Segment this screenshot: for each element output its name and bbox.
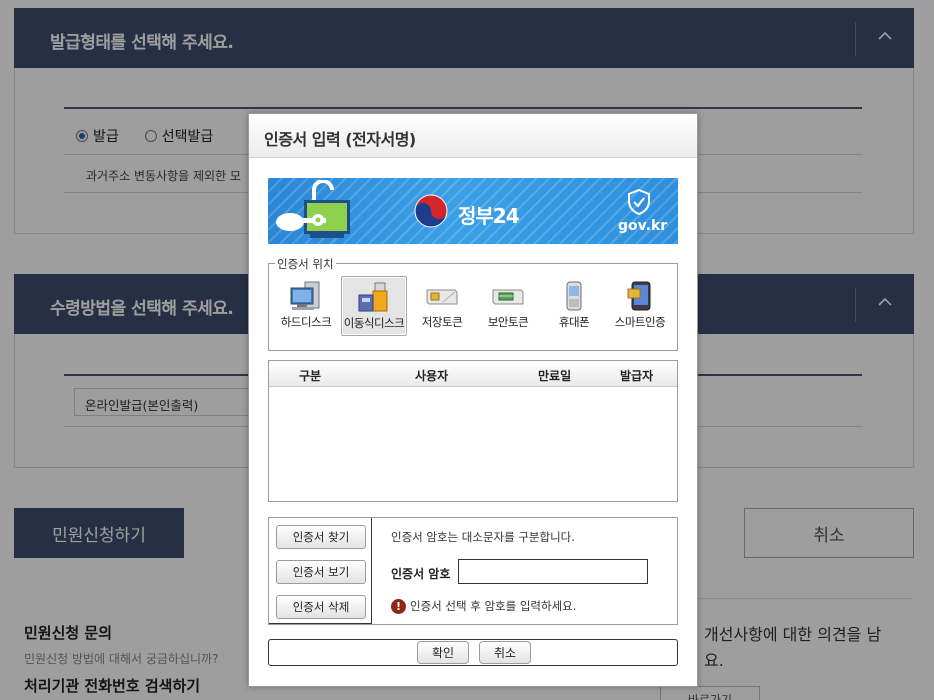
- find-certificate-button[interactable]: 인증서 찾기: [276, 525, 366, 549]
- usb-drive-icon: [358, 282, 388, 312]
- storage-label: 휴대폰: [558, 315, 590, 329]
- column-header-issuer[interactable]: 발급자: [620, 367, 653, 384]
- dialog-footer: 확인 취소: [268, 639, 678, 666]
- password-input[interactable]: [458, 559, 648, 584]
- delete-certificate-button[interactable]: 인증서 삭제: [276, 595, 366, 619]
- storage-save-token[interactable]: 저장토큰: [409, 276, 475, 336]
- storage-label: 이동식디스크: [343, 316, 405, 330]
- storage-label: 하드디스크: [280, 315, 332, 329]
- certificate-list[interactable]: 구분 사용자 만료일 발급자: [268, 360, 678, 502]
- password-label: 인증서 암호: [391, 567, 451, 581]
- shield-check-icon: [628, 188, 650, 216]
- storage-label: 보안토큰: [487, 315, 529, 329]
- smart-cert-icon: [627, 281, 651, 311]
- location-legend: 인증서 위치: [275, 256, 336, 272]
- warning-icon: !: [391, 598, 406, 614]
- gov24-banner: 정부24 gov.kr: [268, 178, 678, 244]
- dialog-cancel-button[interactable]: 취소: [479, 641, 531, 664]
- taegeuk-logo-icon: [414, 194, 448, 228]
- certificate-dialog: 인증서 입력 (전자서명) 정부24 gov.kr 인증서 위치 하드디스크 이…: [248, 113, 698, 687]
- storage-token-icon: [426, 289, 458, 305]
- storage-smart-cert[interactable]: 스마트인증: [607, 276, 673, 336]
- column-header-user[interactable]: 사용자: [415, 367, 448, 384]
- storage-label: 저장토큰: [421, 315, 463, 329]
- banner-domain: gov.kr: [618, 218, 668, 234]
- confirm-button[interactable]: 확인: [417, 641, 469, 664]
- hard-disk-icon: [290, 281, 320, 310]
- storage-hard-disk[interactable]: 하드디스크: [273, 276, 339, 336]
- certificate-action-area: 인증서 찾기 인증서 보기 인증서 삭제 인증서 암호는 대소문자를 구분합니다…: [268, 517, 678, 625]
- banner-brand: 정부24: [458, 204, 520, 228]
- certificate-button-group: 인증서 찾기 인증서 보기 인증서 삭제: [269, 518, 372, 624]
- view-certificate-button[interactable]: 인증서 보기: [276, 560, 366, 584]
- password-hint: ! 인증서 선택 후 암호를 입력하세요.: [391, 598, 576, 614]
- dialog-title: 인증서 입력 (전자서명): [249, 114, 697, 158]
- mobile-phone-icon: [566, 281, 582, 311]
- storage-mobile-phone[interactable]: 휴대폰: [541, 276, 607, 336]
- column-header-type[interactable]: 구분: [299, 367, 321, 384]
- certificate-location-group: 인증서 위치 하드디스크 이동식디스크 저장토큰 보안토큰 휴대폰 스마트인증: [268, 256, 678, 351]
- storage-removable-disk[interactable]: 이동식디스크: [341, 276, 407, 336]
- storage-security-token[interactable]: 보안토큰: [475, 276, 541, 336]
- storage-label: 스마트인증: [614, 315, 666, 329]
- hint-text: 인증서 선택 후 암호를 입력하세요.: [410, 599, 577, 613]
- security-token-icon: [492, 289, 524, 305]
- column-header-expiry[interactable]: 만료일: [538, 367, 571, 384]
- lock-key-icon: [276, 180, 350, 238]
- password-case-note: 인증서 암호는 대소문자를 구분합니다.: [391, 530, 575, 544]
- certificate-list-header: 구분 사용자 만료일 발급자: [269, 361, 677, 387]
